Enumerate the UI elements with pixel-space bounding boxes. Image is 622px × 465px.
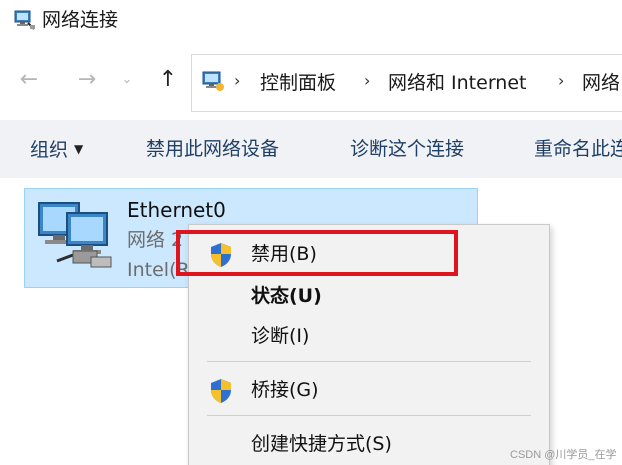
menu-separator bbox=[207, 361, 531, 362]
breadcrumb-separator-icon: › bbox=[364, 71, 371, 90]
menu-item-bridge[interactable]: 桥接(G) bbox=[189, 371, 549, 409]
annotation-highlight-box bbox=[176, 230, 458, 276]
menu-item-create-shortcut[interactable]: 创建快捷方式(S) bbox=[189, 425, 549, 463]
menu-item-label: 诊断(I) bbox=[251, 325, 310, 347]
window-title: 网络连接 bbox=[42, 9, 119, 31]
menu-item-label: 桥接(G) bbox=[251, 379, 319, 401]
recent-locations-chevron-icon[interactable]: ⌄ bbox=[116, 65, 138, 95]
organize-button[interactable]: 组织 ▼ bbox=[30, 135, 83, 164]
title-bar: 网络连接 bbox=[0, 0, 622, 40]
uac-shield-icon bbox=[211, 379, 231, 403]
menu-item-label: 状态(U) bbox=[251, 285, 322, 307]
breadcrumb-separator-icon: › bbox=[234, 71, 241, 90]
command-bar: 组织 ▼ 禁用此网络设备 诊断这个连接 重命名此连 bbox=[0, 120, 622, 178]
menu-item-status[interactable]: 状态(U) bbox=[189, 277, 549, 315]
breadcrumb-network[interactable]: 网络 bbox=[582, 69, 620, 97]
menu-item-label: 创建快捷方式(S) bbox=[251, 433, 392, 455]
breadcrumb-control-panel[interactable]: 控制面板 bbox=[260, 69, 336, 97]
menu-separator bbox=[207, 415, 531, 416]
watermark-text: CSDN @川学员_在学 bbox=[510, 449, 617, 461]
navigation-bar: ← → ⌄ ↑ › 控制面板 › 网络和 Internet › 网络 bbox=[0, 52, 622, 112]
rename-connection-button[interactable]: 重命名此连 bbox=[534, 135, 622, 163]
dropdown-caret-icon: ▼ bbox=[74, 142, 84, 156]
breadcrumb-network-internet[interactable]: 网络和 Internet bbox=[388, 69, 526, 97]
organize-label: 组织 bbox=[30, 139, 69, 161]
address-bar[interactable]: › 控制面板 › 网络和 Internet › 网络 bbox=[191, 54, 622, 112]
up-arrow-icon[interactable]: ↑ bbox=[153, 65, 183, 95]
adapter-network-status: 网络 2 bbox=[127, 229, 184, 251]
breadcrumb-separator-icon: › bbox=[558, 71, 565, 90]
adapter-name: Ethernet0 bbox=[127, 198, 226, 222]
disable-device-button[interactable]: 禁用此网络设备 bbox=[146, 135, 279, 163]
ethernet-adapter-icon bbox=[38, 202, 112, 268]
network-connections-icon bbox=[14, 10, 35, 30]
menu-item-diagnose[interactable]: 诊断(I) bbox=[189, 317, 549, 355]
control-panel-icon bbox=[202, 71, 224, 91]
diagnose-connection-button[interactable]: 诊断这个连接 bbox=[350, 135, 464, 163]
forward-arrow-icon[interactable]: → bbox=[72, 65, 102, 95]
back-arrow-icon[interactable]: ← bbox=[14, 65, 44, 95]
